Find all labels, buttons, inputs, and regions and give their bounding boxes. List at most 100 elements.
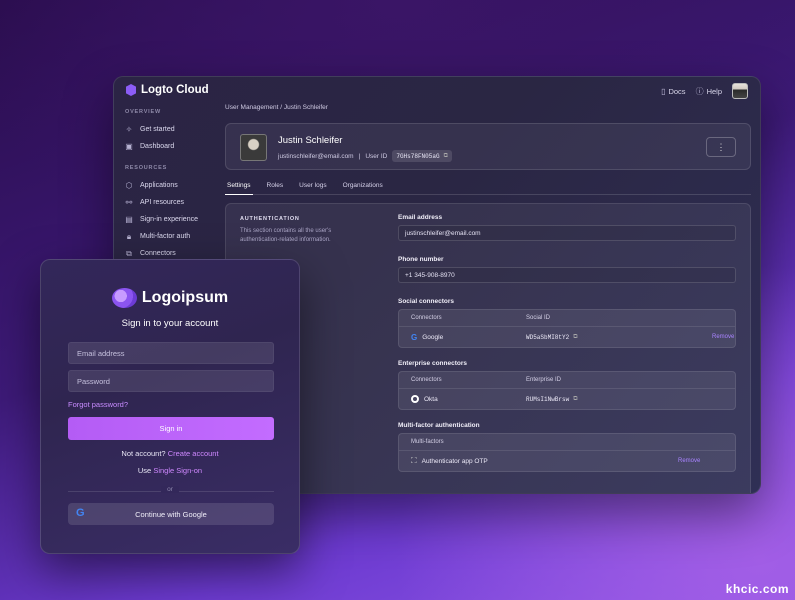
tab-organizations[interactable]: Organizations	[341, 180, 385, 195]
email-field[interactable]: justinschleifer@email.com	[398, 225, 736, 241]
use-text: Use	[137, 466, 152, 475]
sso-link[interactable]: Single Sign-on	[153, 466, 202, 475]
sidebar-item-get-started[interactable]: ✧ Get started	[114, 121, 216, 138]
auth-section-description: This section contains all the user's aut…	[240, 228, 332, 243]
user-meta: justinschleifer@email.com | User ID 7GHs…	[278, 150, 452, 162]
enterprise-id-value: RUMsI1NwBrsw	[526, 395, 570, 403]
phone-field[interactable]: +1 345-908-8970	[398, 267, 736, 283]
social-id-cell: WD5aSbMI8tY2 ⧉	[526, 333, 678, 341]
sidebar-item-api-resources[interactable]: ⚯ API resources	[114, 194, 216, 211]
logo-text: Logoipsum	[141, 289, 229, 306]
sidebar-item-label: Multi-factor auth	[140, 233, 191, 240]
or-separator: or	[41, 486, 299, 493]
email-label: Email address	[398, 214, 443, 221]
tab-roles[interactable]: Roles	[265, 180, 286, 195]
docs-link[interactable]: ▯ Docs	[661, 87, 686, 96]
or-label: or	[161, 486, 179, 493]
avatar[interactable]	[732, 83, 748, 99]
column-header: Connectors	[411, 377, 442, 383]
user-id-label: User ID	[365, 152, 388, 160]
sidebar-item-label: Applications	[140, 182, 178, 189]
sidebar-section-overview: OVERVIEW	[125, 109, 161, 115]
help-icon: ⓘ	[695, 86, 704, 96]
sidebar-item-label: Dashboard	[140, 143, 175, 150]
create-account-line: Not account? Create account	[41, 449, 299, 458]
auth-section-title: AUTHENTICATION	[240, 216, 300, 222]
help-label: Help	[706, 86, 722, 96]
copy-icon[interactable]: ⧉	[573, 395, 577, 403]
user-id-chip[interactable]: 7GHs78FN05aG ⧉	[392, 150, 452, 162]
mfa-table: Multi-factors ⛶ Authenticator app OTP Re…	[398, 433, 736, 472]
logo: Logoipsum	[41, 288, 299, 308]
sidebar-item-label: Get started	[140, 126, 175, 133]
user-photo	[240, 134, 267, 161]
plug-icon: ⧉	[126, 248, 132, 258]
column-header: Enterprise ID	[526, 377, 562, 383]
settings-panel: AUTHENTICATION This section contains all…	[225, 203, 751, 493]
cube-icon: ⬡	[125, 181, 133, 190]
remove-google-button[interactable]: Remove	[712, 334, 734, 340]
sso-line: Use Single Sign-on	[41, 466, 299, 475]
no-account-text: Not account?	[121, 449, 166, 458]
scan-icon: ⛶	[411, 456, 417, 465]
logoipsum-icon	[111, 288, 137, 308]
sidebar-section-resources: RESOURCES	[125, 165, 168, 171]
more-button[interactable]: ⋮	[706, 137, 736, 157]
continue-with-google-button[interactable]: G Continue with Google	[68, 503, 274, 525]
sidebar-item-applications[interactable]: ⬡ Applications	[114, 177, 216, 194]
link-icon: ⚯	[125, 198, 133, 207]
tab-settings[interactable]: Settings	[225, 180, 253, 195]
email-input[interactable]: Email address	[68, 342, 274, 364]
table-row: Okta RUMsI1NwBrsw ⧉	[399, 389, 735, 409]
copy-icon[interactable]: ⧉	[444, 152, 448, 160]
sidebar-item-label: API resources	[140, 199, 184, 206]
breadcrumb[interactable]: User Management / Justin Schleifer	[225, 104, 328, 111]
sidebar-item-sign-in-experience[interactable]: ▤ Sign-in experience	[114, 211, 216, 228]
table-header: Connectors Social ID	[399, 310, 735, 327]
password-input[interactable]: Password	[68, 370, 274, 392]
google-icon: G	[411, 332, 418, 342]
connector-cell: Okta	[411, 395, 526, 403]
connector-name: Google	[422, 333, 444, 341]
social-connectors-label: Social connectors	[398, 298, 454, 305]
remove-mfa-button[interactable]: Remove	[678, 458, 700, 464]
lock-icon: 🔒︎	[126, 231, 132, 241]
table-row: ⛶ Authenticator app OTP Remove	[399, 451, 735, 471]
google-button-label: Continue with Google	[135, 509, 207, 519]
user-name: Justin Schleifer	[278, 135, 343, 146]
dashboard-icon: ▣	[125, 142, 133, 151]
mfa-factor-name: Authenticator app OTP	[421, 457, 488, 465]
tab-bar: Settings Roles User logs Organizations	[225, 180, 751, 195]
create-account-link[interactable]: Create account	[168, 449, 219, 458]
social-id-value: WD5aSbMI8tY2	[526, 333, 570, 341]
user-id-value: 7GHs78FN05aG	[396, 152, 440, 160]
copy-icon[interactable]: ⧉	[573, 333, 577, 341]
watermark: khcic.com	[725, 582, 789, 596]
top-nav: ▯ Docs ⓘ Help	[661, 83, 748, 99]
mfa-factor-cell: ⛶ Authenticator app OTP	[411, 456, 678, 466]
sidebar-item-dashboard[interactable]: ▣ Dashboard	[114, 138, 216, 155]
connector-name: Okta	[424, 395, 438, 403]
enterprise-connectors-table: Connectors Enterprise ID Okta RUMsI1NwBr…	[398, 371, 736, 410]
user-card: Justin Schleifer justinschleifer@email.c…	[225, 123, 751, 170]
sidebar-item-mfa[interactable]: 🔒︎ Multi-factor auth	[114, 228, 216, 245]
connector-cell: G Google	[411, 333, 526, 342]
column-header: Connectors	[411, 315, 442, 321]
signin-card: Logoipsum Sign in to your account Email …	[40, 259, 300, 554]
tab-user-logs[interactable]: User logs	[297, 180, 328, 195]
phone-label: Phone number	[398, 256, 444, 263]
social-connectors-table: Connectors Social ID G Google WD5aSbMI8t…	[398, 309, 736, 348]
enterprise-id-cell: RUMsI1NwBrsw ⧉	[526, 395, 678, 403]
signin-button[interactable]: Sign in	[68, 417, 274, 440]
okta-icon	[411, 395, 419, 403]
forgot-password-link[interactable]: Forgot password?	[68, 400, 128, 409]
sidebar: OVERVIEW ✧ Get started ▣ Dashboard RESOU…	[114, 103, 216, 262]
google-icon: G	[76, 507, 85, 519]
meta-separator: |	[358, 152, 361, 160]
auth-fields: Email address justinschleifer@email.com …	[398, 214, 736, 484]
brand[interactable]: Logto Cloud	[126, 84, 209, 96]
table-header: Multi-factors	[399, 434, 735, 451]
user-email: justinschleifer@email.com	[278, 152, 354, 160]
help-link[interactable]: ⓘ Help	[696, 86, 722, 97]
mfa-label: Multi-factor authentication	[398, 422, 480, 429]
